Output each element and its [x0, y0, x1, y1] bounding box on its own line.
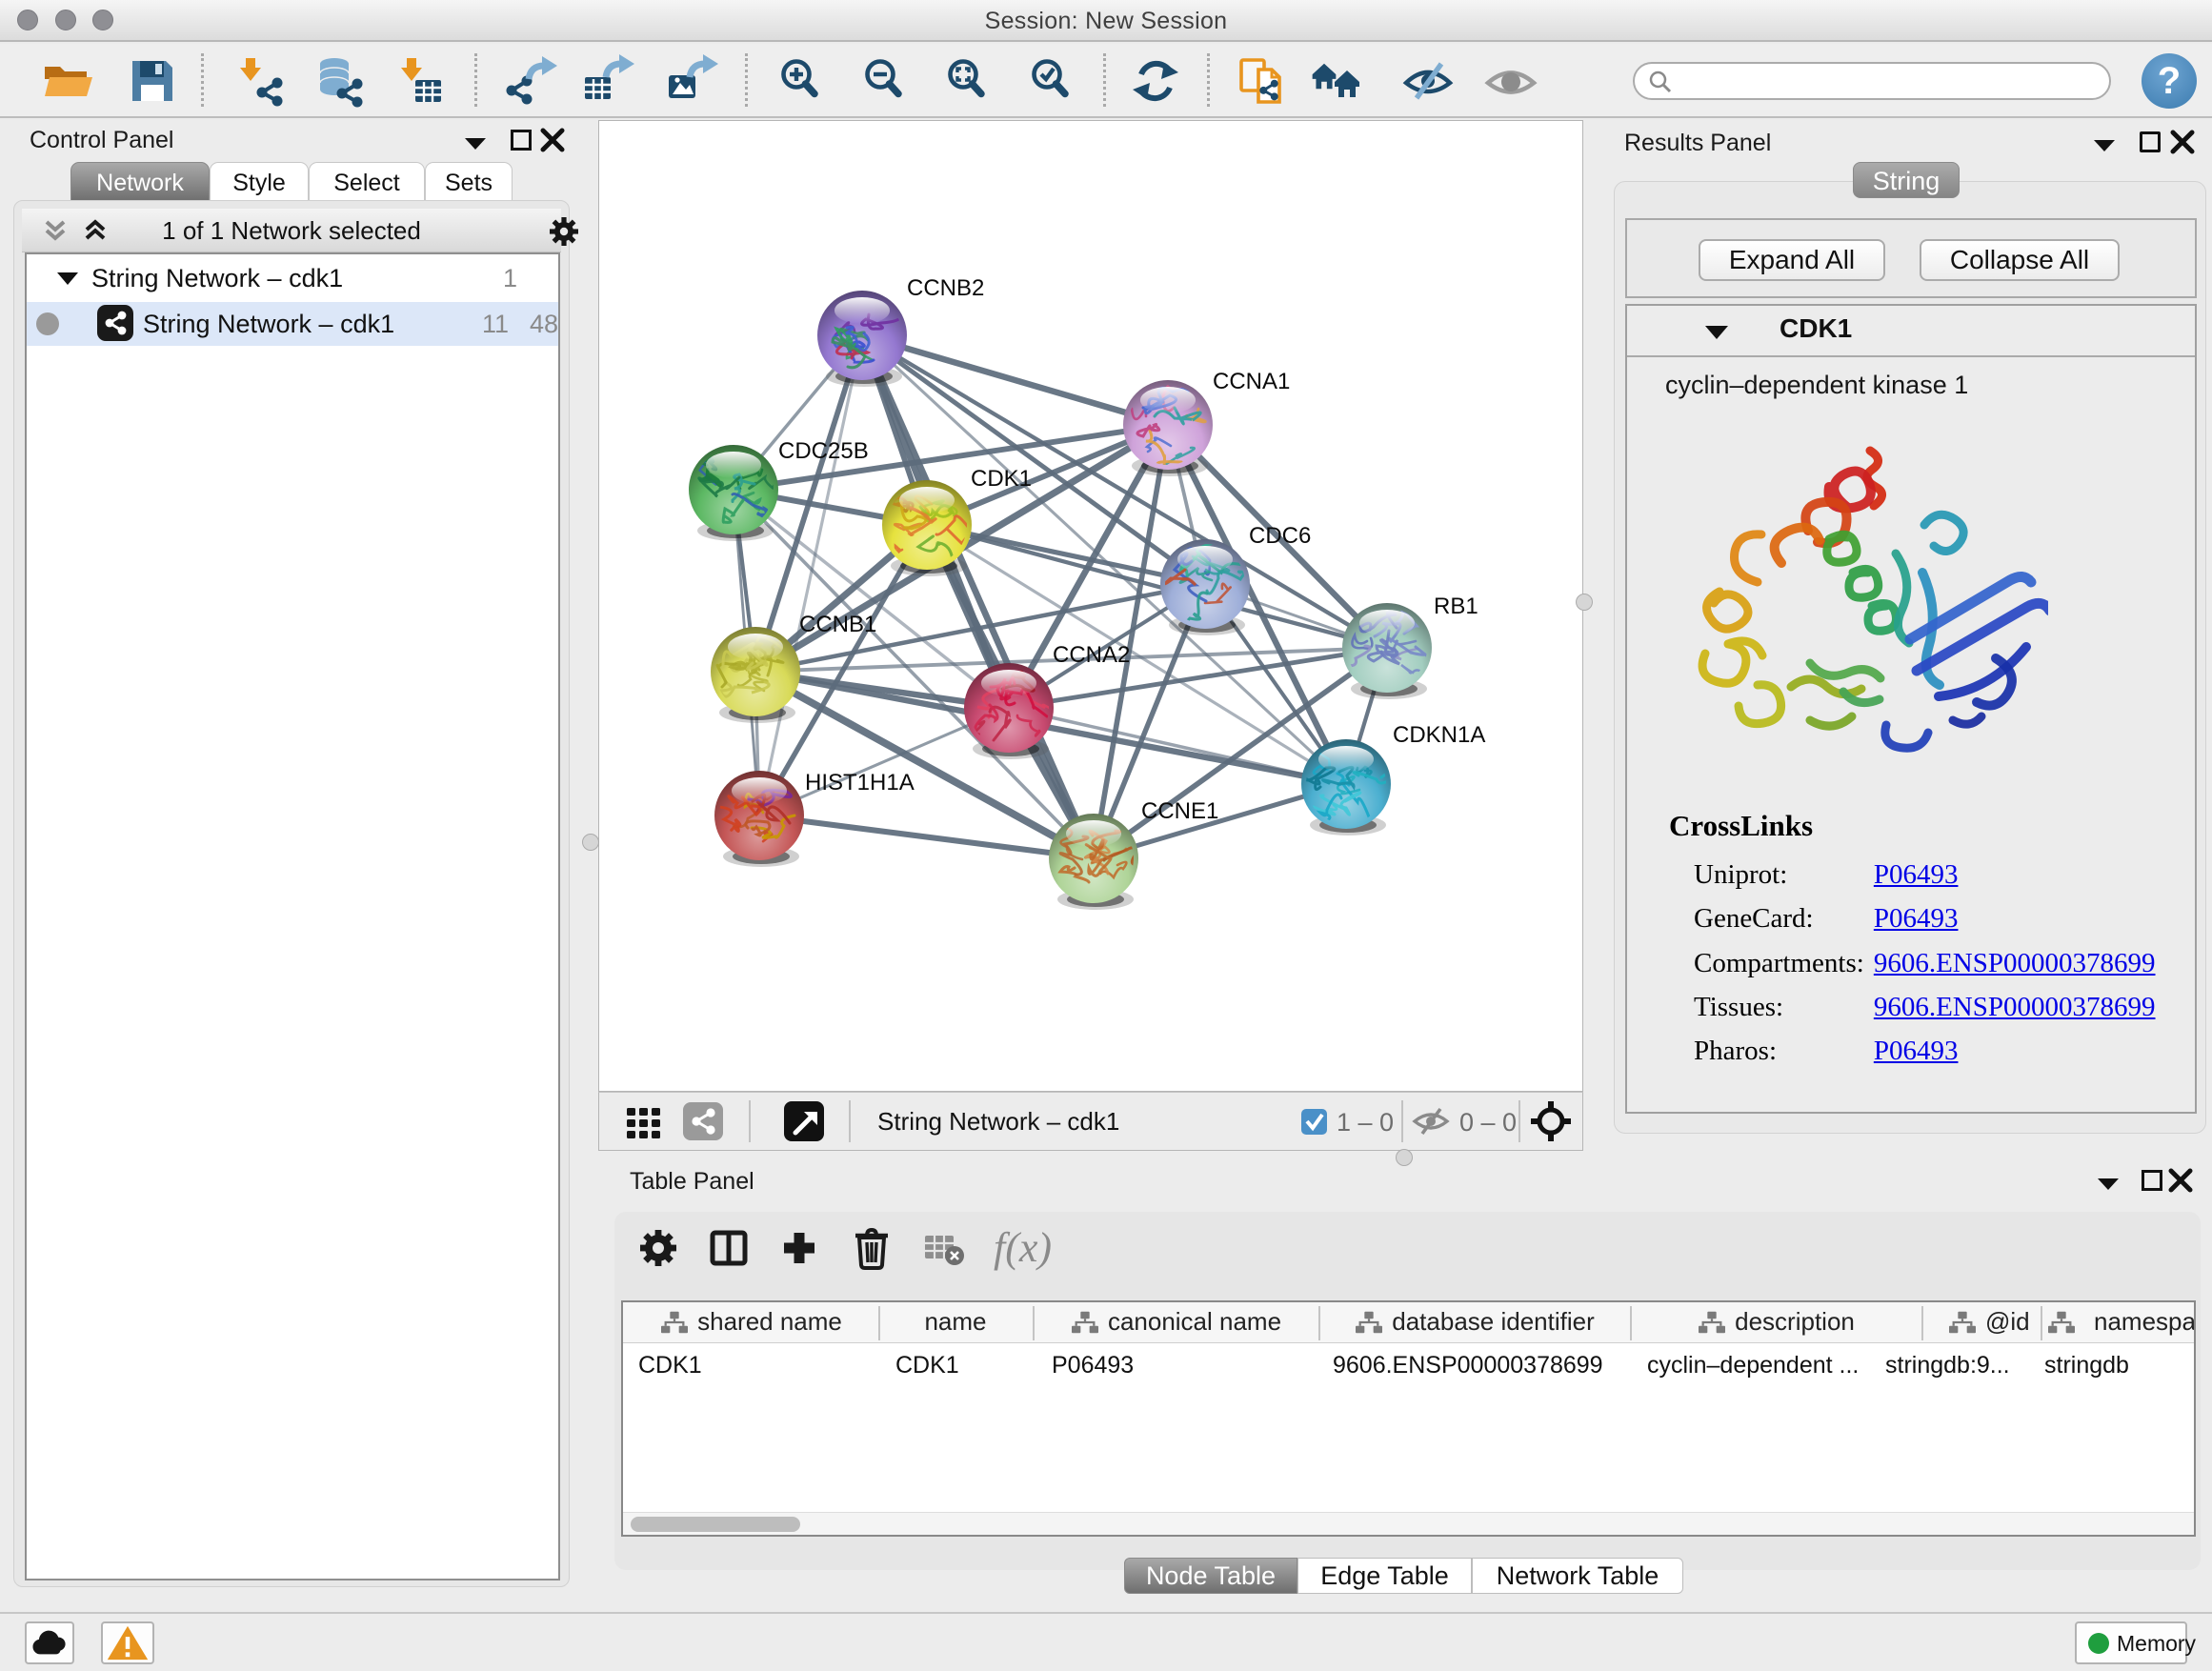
- svg-text:CCNE1: CCNE1: [1141, 798, 1218, 824]
- svg-text:String Network – cdk1: String Network – cdk1: [877, 1107, 1119, 1136]
- svg-text:CCNB2: CCNB2: [907, 275, 984, 301]
- svg-text:RB1: RB1: [1434, 594, 1478, 619]
- svg-text:CCNA2: CCNA2: [1053, 642, 1130, 668]
- svg-text:CDC6: CDC6: [1249, 523, 1311, 549]
- svg-text:0 – 0: 0 – 0: [1459, 1108, 1517, 1137]
- svg-text:1 – 0: 1 – 0: [1337, 1108, 1394, 1137]
- svg-text:f(x): f(x): [994, 1224, 1052, 1271]
- svg-text:HIST1H1A: HIST1H1A: [805, 770, 915, 795]
- svg-text:CCNB1: CCNB1: [799, 612, 876, 637]
- svg-text:CCNA1: CCNA1: [1213, 369, 1290, 394]
- svg-text:CDC25B: CDC25B: [778, 438, 869, 464]
- svg-text:CDK1: CDK1: [971, 466, 1032, 492]
- svg-text:CDKN1A: CDKN1A: [1393, 722, 1485, 748]
